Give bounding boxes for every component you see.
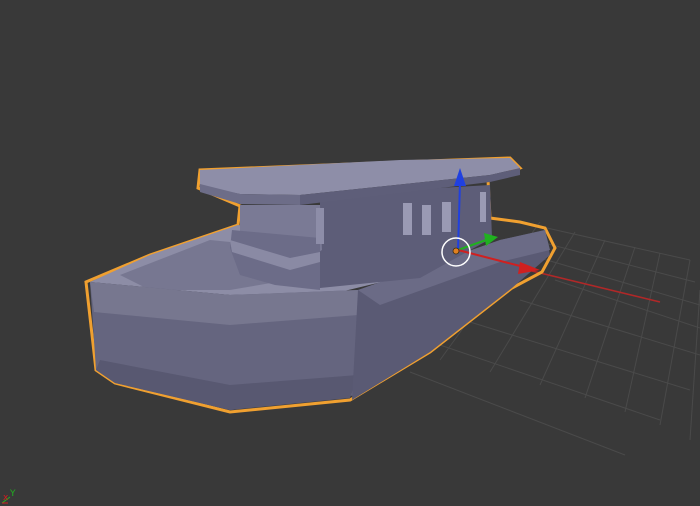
cabin-window (422, 205, 431, 235)
cabin-window (442, 202, 451, 232)
mini-axis-x-label: x (3, 493, 9, 503)
object-origin-icon (452, 247, 460, 255)
3d-viewport[interactable]: x Y (0, 0, 700, 506)
viewport-canvas[interactable] (0, 0, 700, 506)
cabin-window-side (316, 208, 324, 244)
mini-axis-y-label: Y (10, 489, 16, 499)
cabin-window (403, 203, 412, 235)
boat-mesh[interactable] (84, 156, 557, 414)
cabin-window (480, 192, 486, 222)
